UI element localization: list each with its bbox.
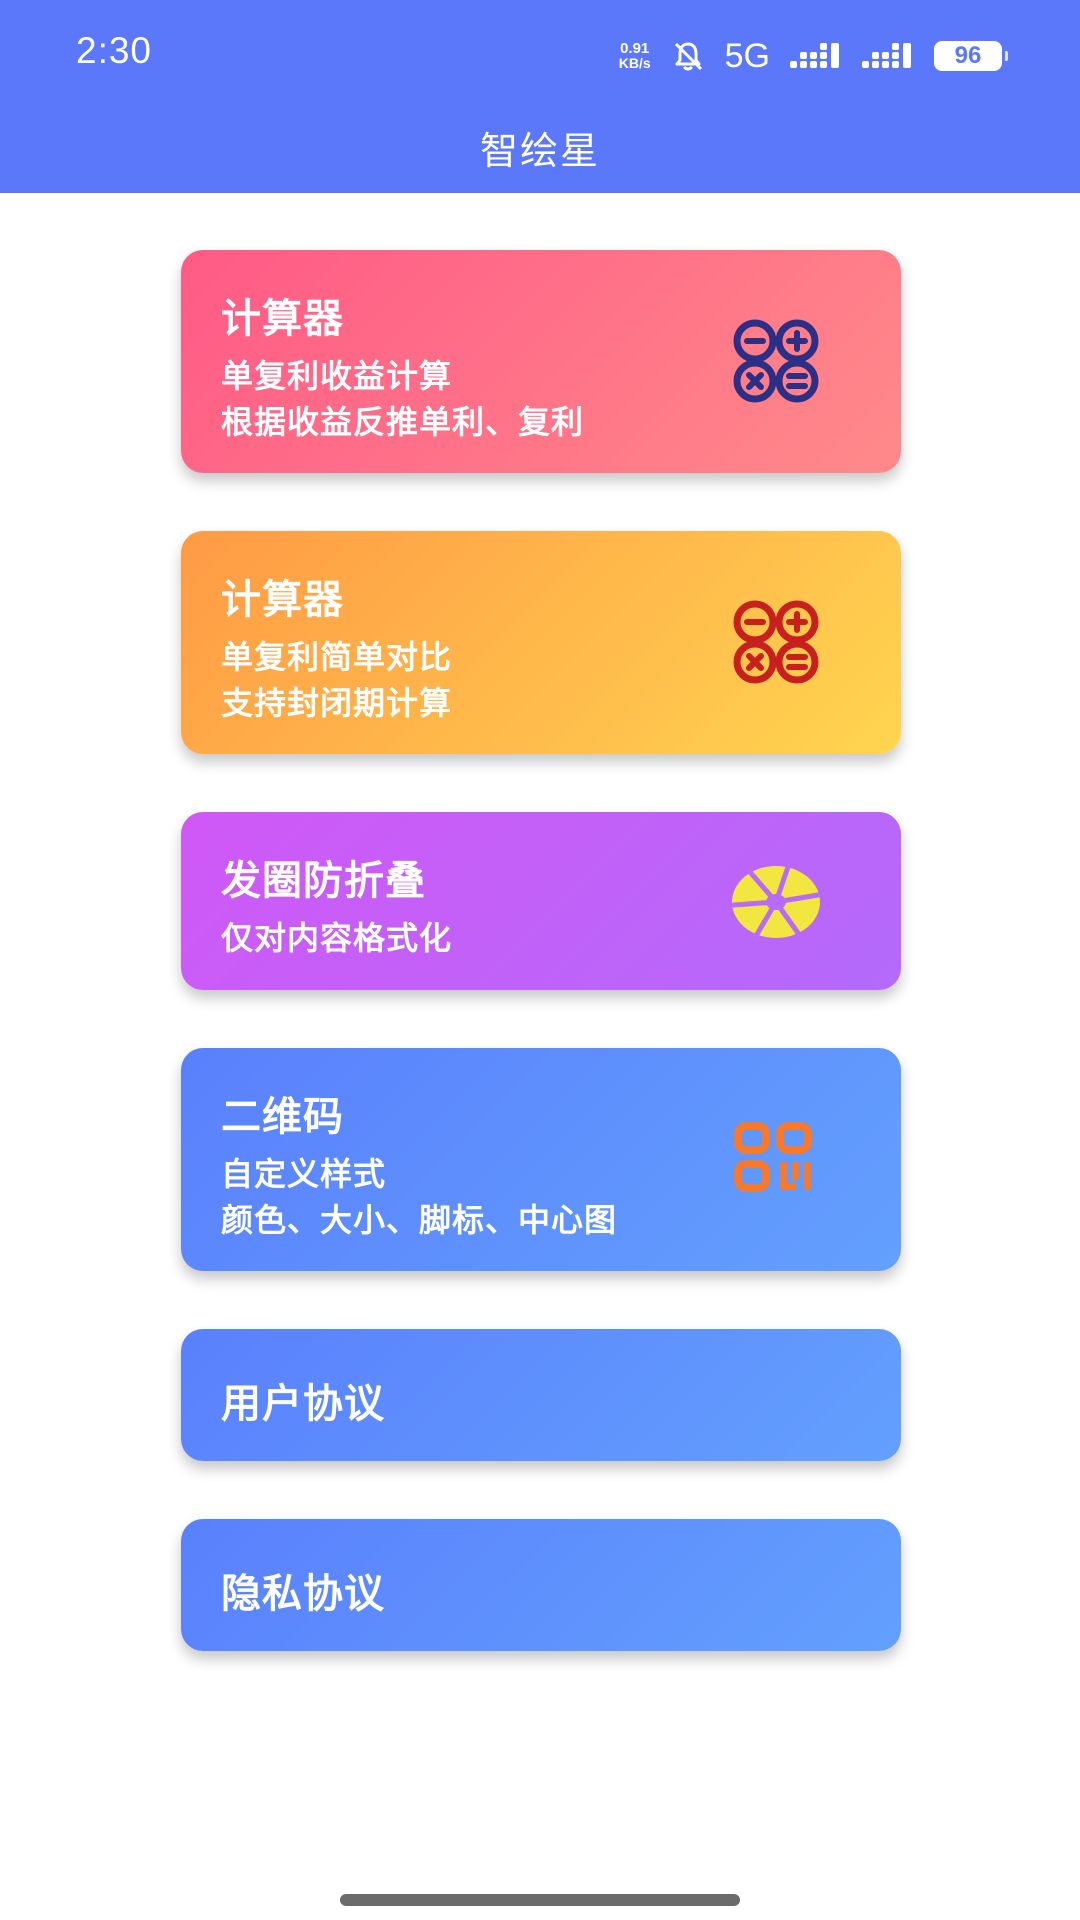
network-type: 5G [724,36,770,75]
card-line: 自定义样式 [221,1155,387,1193]
signal-strength-icon [790,41,842,71]
card-interest-comparison[interactable]: 计算器 单复利简单对比 支持封闭期计算 [181,531,901,754]
signal-strength-icon-2 [862,41,914,71]
feature-list: 计算器 单复利收益计算 根据收益反推单利、复利 计算器 单复利简单对比 支持封闭… [181,250,901,1651]
card-line: 颜色、大小、脚标、中心图 [221,1201,618,1239]
card-line: 仅对内容格式化 [221,919,453,957]
card-privacy-policy[interactable]: 隐私协议 [181,1519,901,1651]
network-speed: 0.91 KB/s [619,41,651,71]
card-line: 支持封闭期计算 [221,684,453,722]
card-line: 根据收益反推单利、复利 [221,403,585,441]
aperture-icon [726,857,836,947]
card-title: 用户协议 [221,1381,385,1427]
network-speed-value: 0.91 [620,40,650,57]
card-title: 隐私协议 [221,1571,385,1617]
status-bar: 2:30 0.91 KB/s 5G 96 [0,0,1080,110]
card-title: 计算器 [221,577,344,623]
card-title: 二维码 [221,1094,344,1140]
battery-icon: 96 [934,41,1008,71]
bell-muted-icon [671,39,705,73]
home-indicator[interactable] [340,1894,740,1906]
calculator-icon [721,598,831,688]
card-title: 发圈防折叠 [221,858,426,904]
card-title: 计算器 [221,296,344,342]
page-title: 智绘星 [479,129,600,173]
app-screen: 2:30 0.91 KB/s 5G 96 智绘星 计算器 单复利收益计算 根据收… [0,0,1080,1920]
card-compound-interest-calculator[interactable]: 计算器 单复利收益计算 根据收益反推单利、复利 [181,250,901,473]
battery-level: 96 [954,42,982,69]
calculator-icon [721,317,831,407]
card-qr-code[interactable]: 二维码 自定义样式 颜色、大小、脚标、中心图 [181,1048,901,1271]
card-anti-fold-post[interactable]: 发圈防折叠 仅对内容格式化 [181,812,901,990]
card-line: 单复利收益计算 [221,357,453,395]
card-user-agreement[interactable]: 用户协议 [181,1329,901,1461]
header-bar: 2:30 0.91 KB/s 5G 96 智绘星 [0,0,1080,193]
card-line: 单复利简单对比 [221,638,453,676]
status-time: 2:30 [76,30,153,71]
network-speed-unit: KB/s [618,55,651,71]
qr-code-icon [726,1120,836,1210]
status-indicators: 0.91 KB/s 5G 96 [619,36,1008,76]
